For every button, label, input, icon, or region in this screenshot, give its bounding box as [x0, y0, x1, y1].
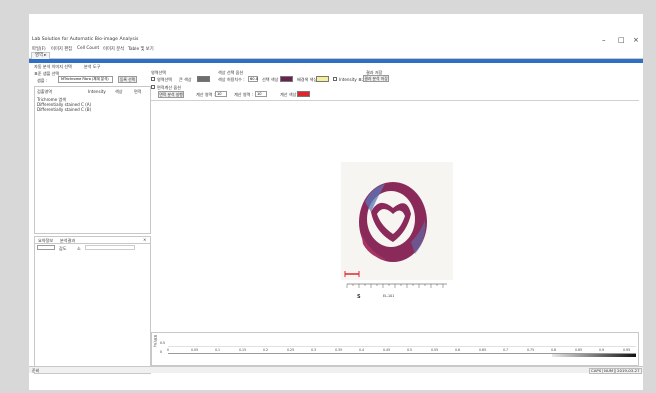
chart-xtick: 0.55 [431, 348, 439, 352]
region-checkbox[interactable] [151, 77, 155, 81]
run-area-button[interactable]: 면적 분석 실행 [158, 91, 184, 98]
yellow-swatch[interactable] [316, 76, 329, 82]
menu-bar: 파일(F) 이미지 편집 Cell Count 이미지 분석 Table 및 보… [29, 45, 643, 52]
area-option-checkbox[interactable] [151, 85, 155, 89]
add-sample-button[interactable]: 등록 선택 [118, 76, 137, 83]
chart-xtick: 0.8 [551, 348, 557, 352]
chart-xtick: 0 [167, 348, 170, 352]
left-panel: 자동 분석 이미지 선택 분석 도구 표준 샘플 선택 샘플 : MTrichr… [34, 64, 151, 374]
document-tabs: 영역 ▸ [29, 52, 643, 59]
tolerance-label: 색상 허용치수 : [218, 77, 245, 82]
sensitivity-input[interactable] [37, 245, 55, 250]
title-bar: Lab Solution for Automatic Bio-image Ana… [29, 36, 643, 45]
auto-select-label: 자동 분석 이미지 선택 [34, 64, 72, 69]
status-bar: 준비 CAPS NUM 2019-03-27 [29, 366, 643, 374]
red-swatch[interactable] [297, 91, 310, 97]
table-header-area: 면적 [134, 89, 142, 94]
app-window: Lab Solution for Automatic Bio-image Ana… [29, 14, 643, 390]
table-row[interactable]: Differentially stained C (B) [37, 107, 91, 112]
chart-gridline [168, 346, 636, 347]
table-header-region: 검출영역 [37, 89, 53, 94]
sample-label: 표준 샘플 선택 [34, 71, 60, 76]
chart-ytick: 0.5 [160, 341, 166, 345]
chart-ylabel: 면적(%) [153, 335, 157, 347]
gray-swatch[interactable] [197, 76, 210, 82]
purple-swatch[interactable] [280, 76, 293, 82]
svg-text:S: S [357, 294, 361, 300]
size-input[interactable] [85, 245, 135, 250]
chart-xtick: 0.3 [311, 348, 317, 352]
bottom-tabs: 요약정보 분석결과 × [35, 237, 150, 244]
range-label-1: 계산 영역 : [196, 92, 216, 97]
scale-label: EL-101 [383, 294, 395, 298]
active-tab-bar [29, 59, 643, 63]
bottom-panel: 요약정보 분석결과 × 감도 소 [34, 236, 151, 374]
chart-gradient-bar [552, 354, 636, 357]
chart-xtick: 0.2 [263, 348, 269, 352]
chart-xtick: 0.05 [191, 348, 199, 352]
select-color-label: 선택 색상 : [262, 77, 282, 82]
menu-cell-count[interactable]: Cell Count [77, 46, 99, 51]
chart-xtick: 0.85 [575, 348, 583, 352]
save-result-button[interactable]: 결과 분석 저장 [363, 75, 389, 82]
sample-select-label: 샘플 : [37, 78, 48, 83]
area-chart: 면적(%) 0.5 0 [151, 332, 639, 366]
chart-xtick: 0.45 [383, 348, 391, 352]
chart-xtick: 0.5 [407, 348, 413, 352]
sample-select[interactable]: MTrichrome Fibro (체계 분석) [58, 76, 113, 83]
bg-color-label: 큰 색상 [179, 77, 192, 82]
range-label-2: 계산 영역 : [234, 92, 254, 97]
tab-summary[interactable]: 요약정보 [38, 238, 53, 244]
chart-xtick: 0.65 [479, 348, 487, 352]
chart-xtick: 0.35 [335, 348, 343, 352]
tolerance-input[interactable]: 60.0 [248, 76, 258, 82]
range-input-2[interactable]: 10 [255, 91, 267, 97]
maximize-button[interactable]: □ [618, 36, 625, 45]
chart-xtick: 0.7 [503, 348, 509, 352]
chart-xtick: 0.75 [527, 348, 535, 352]
chart-xtick: 0.9 [599, 348, 605, 352]
tab-region[interactable]: 영역 ▸ [31, 52, 51, 59]
sensitivity-label: 감도 [59, 246, 67, 251]
table-header-color: 색상 [115, 89, 123, 94]
status-num: NUM [602, 368, 616, 374]
color-option-label: 색상 선택 옵션 [218, 70, 244, 75]
size-label: 소 [77, 246, 81, 251]
status-date: 2019-03-27 [615, 368, 642, 374]
chart-xtick: 0.1 [215, 348, 221, 352]
chart-xtick: 0.15 [239, 348, 247, 352]
range-input-1[interactable]: 10 [215, 91, 227, 97]
minimize-button[interactable]: – [602, 36, 606, 45]
status-text: 준비 [32, 368, 40, 373]
chart-xtick: 0.25 [287, 348, 295, 352]
panel-close-icon[interactable]: × [143, 237, 146, 242]
table-header-intensity: Intensity [88, 89, 106, 94]
chart-xtick: 0.6 [455, 348, 461, 352]
region-table: 검출영역 Intensity 색상 면적 Trichrome 염색 Differ… [34, 86, 151, 234]
chart-xtick: 0.4 [359, 348, 365, 352]
region-select-label: 영역선택 [151, 70, 167, 75]
window-title: Lab Solution for Automatic Bio-image Ana… [32, 37, 139, 42]
region-check-label: 영역선택 [157, 77, 173, 82]
intensity-checkbox[interactable] [333, 77, 337, 81]
specimen-image: S [341, 162, 453, 302]
close-button[interactable]: × [633, 36, 639, 45]
chart-xtick: 0.95 [623, 348, 631, 352]
intensity-label: Intensity 표기 [339, 77, 366, 82]
tab-result[interactable]: 분석결과 [60, 238, 75, 244]
chart-ytick: 0 [160, 350, 163, 354]
analysis-tool-label: 분석 도구 [84, 64, 101, 69]
right-panel: 영역선택 영역선택 큰 색상 색상 선택 옵션 색상 허용치수 : 60.0 선… [151, 64, 639, 374]
